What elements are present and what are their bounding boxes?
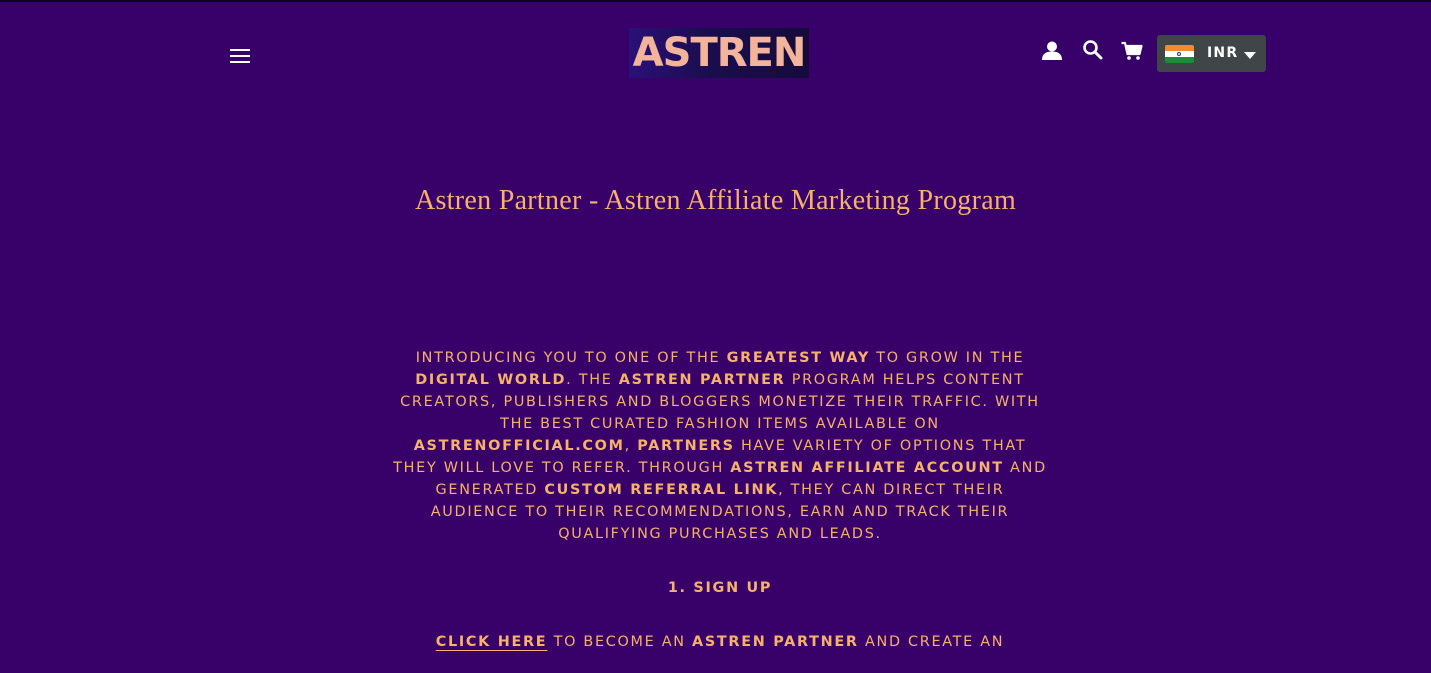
sign-up-paragraph: Click Here to become an Astren Partner a… (390, 631, 1050, 653)
click-here-link[interactable]: Click Here (436, 634, 548, 650)
intro-text: . The (566, 372, 619, 388)
caret-down-icon (1244, 52, 1256, 59)
page-title: Astren Partner - Astren Affiliate Market… (414, 185, 1017, 216)
sign-up-text: and create an (858, 634, 1005, 650)
intro-emphasis: greatest way (726, 350, 870, 366)
sign-up-emphasis: Astren Partner (692, 634, 859, 650)
logo-text: ASTREN (632, 30, 807, 76)
site-logo[interactable]: ASTREN (629, 28, 809, 78)
india-flag-icon (1165, 45, 1194, 63)
intro-text: , (624, 438, 638, 454)
intro-emphasis: partners (637, 438, 735, 454)
cart-icon[interactable] (1120, 39, 1144, 63)
intro-emphasis: Astren Partner (618, 372, 786, 388)
intro-text: to grow in the (869, 350, 1025, 366)
currency-code: INR (1207, 45, 1239, 61)
search-icon[interactable] (1081, 38, 1105, 62)
intro-emphasis: digital world (415, 372, 567, 388)
intro-paragraph: Introducing you to one of the greatest w… (390, 347, 1050, 545)
currency-selector[interactable]: INR (1157, 35, 1266, 72)
user-icon[interactable] (1040, 39, 1064, 63)
intro-emphasis: Astren Affiliate Account (730, 460, 1004, 476)
step-heading-sign-up: 1. Sign Up (667, 580, 773, 596)
intro-emphasis: astrenofficial.com (413, 438, 625, 454)
hamburger-menu-icon[interactable] (228, 45, 252, 67)
sign-up-text: to become an (547, 634, 693, 650)
intro-text: Introducing you to one of the (415, 350, 727, 366)
page-content: Introducing you to one of the greatest w… (390, 347, 1050, 653)
intro-emphasis: custom referral link (544, 482, 779, 498)
